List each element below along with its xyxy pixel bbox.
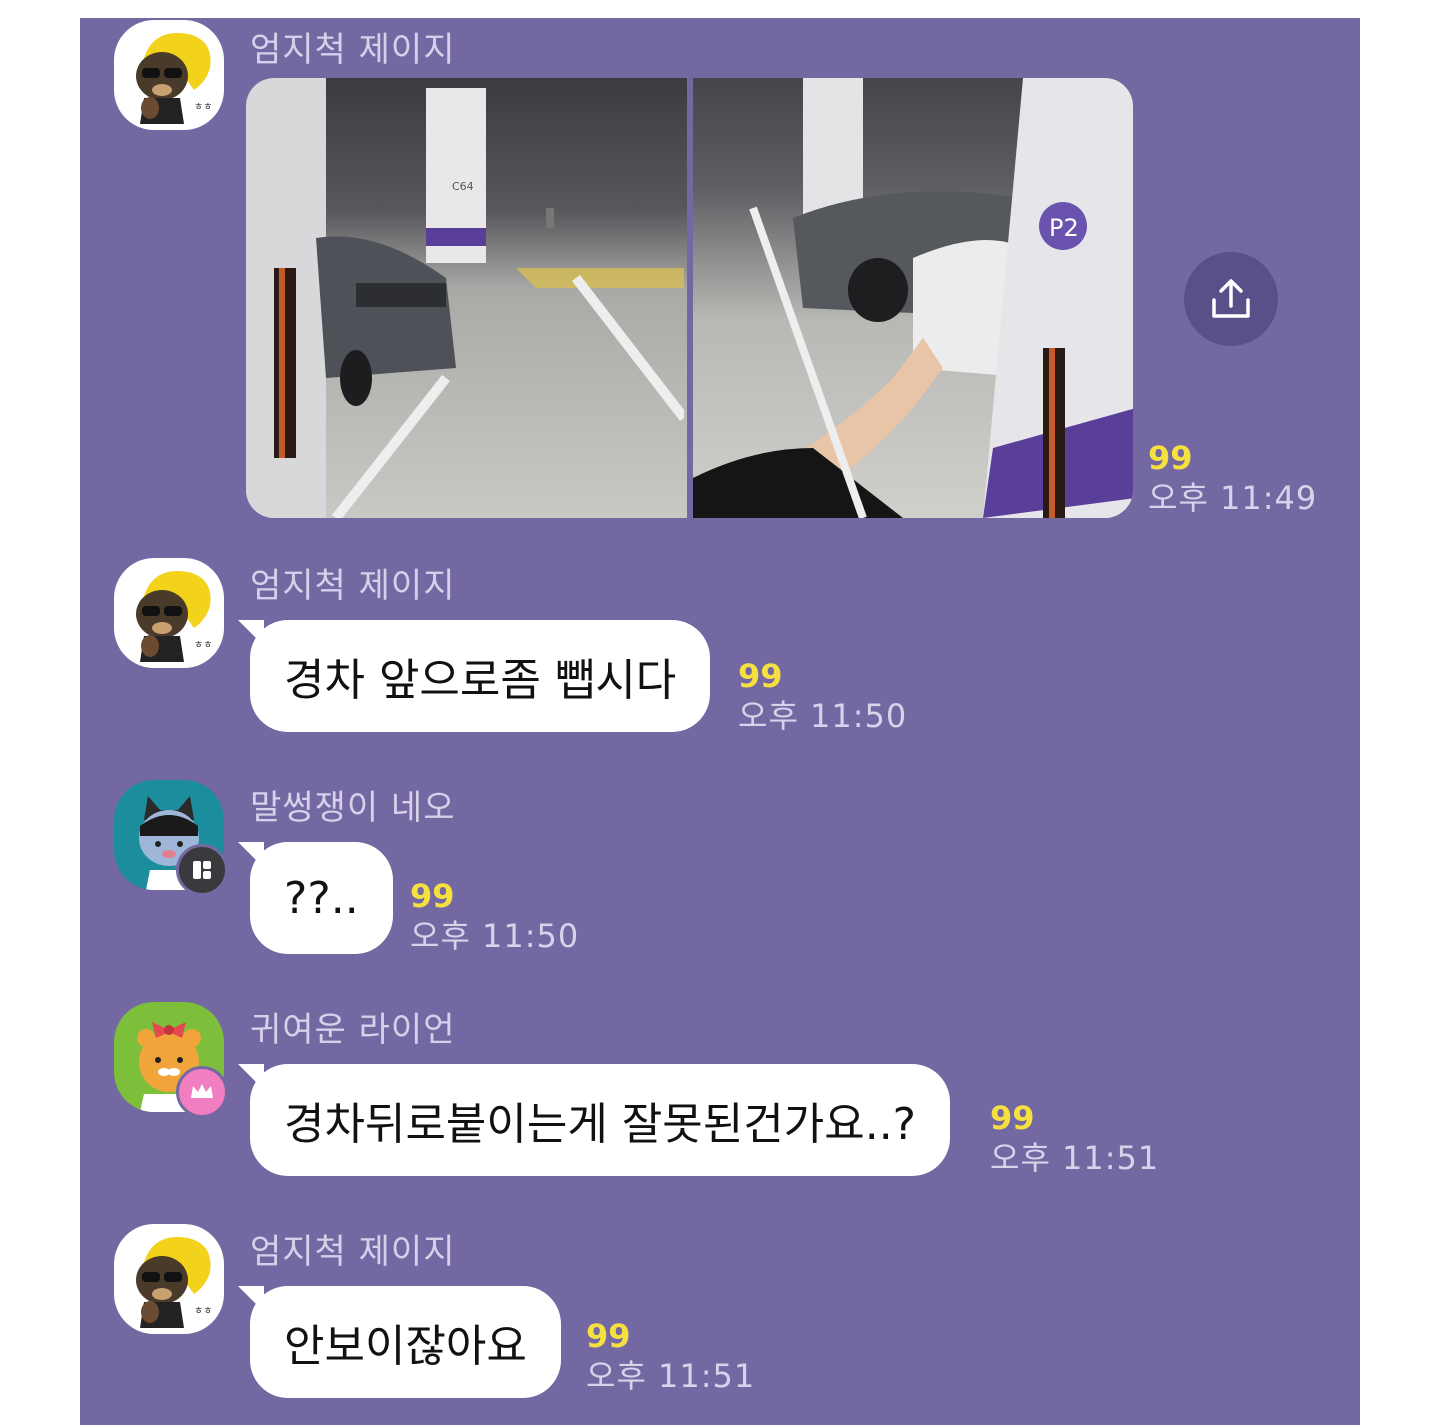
- jayg-avatar-icon: ㅎㅎ: [136, 33, 212, 124]
- message-bubble[interactable]: 안보이잖아요: [238, 1286, 561, 1398]
- read-count: 99: [990, 1099, 1035, 1137]
- timestamp: 오후 11:50: [410, 917, 580, 955]
- read-count: 99: [410, 877, 455, 915]
- message-meta: 99 오후 11:51: [990, 1098, 1159, 1178]
- jayg-avatar-icon: ㅎㅎ: [136, 1237, 212, 1328]
- sender-name: 엄지척 제이지: [250, 30, 456, 70]
- chat-room: ㅎㅎ 엄지척 제이지 C64 P2 99 오후 11:49 ㅎㅎ 엄지척 제이지…: [80, 18, 1360, 1425]
- parking-scene-1: C64: [246, 78, 687, 518]
- avatar-jayg[interactable]: ㅎㅎ: [114, 20, 224, 130]
- timestamp: 오후 11:49: [1148, 479, 1318, 517]
- share-button[interactable]: [1184, 252, 1278, 346]
- message-bubble[interactable]: 경차뒤로붙이는게 잘못된건가요..?: [237, 1064, 951, 1176]
- sender-name: 엄지척 제이지: [250, 566, 456, 606]
- message-meta: 99 오후 11:49: [1148, 438, 1317, 518]
- message-bubble[interactable]: 경차 앞으로좀 뺍시다: [237, 620, 711, 732]
- avatar-ryan[interactable]: [114, 1002, 228, 1118]
- sender-name: 엄지척 제이지: [250, 1232, 456, 1272]
- message-meta: 99 오후 11:51: [586, 1316, 755, 1396]
- photo-group[interactable]: C64 P2: [246, 78, 1133, 518]
- avatar-neo[interactable]: [114, 780, 228, 896]
- jayg-avatar-icon: ㅎㅎ: [136, 571, 212, 662]
- avatar-jayg[interactable]: ㅎㅎ: [114, 558, 224, 668]
- svg-text:ㅎㅎ: ㅎㅎ: [194, 640, 212, 651]
- read-count: 99: [738, 657, 783, 695]
- avatar-jayg[interactable]: ㅎㅎ: [114, 1224, 224, 1334]
- photo-parking-1[interactable]: C64: [246, 78, 687, 518]
- message-meta: 99 오후 11:50: [410, 876, 579, 956]
- svg-text:ㅎㅎ: ㅎㅎ: [194, 1306, 212, 1317]
- read-count: 99: [1148, 439, 1193, 477]
- read-count: 99: [586, 1317, 631, 1355]
- sender-name: 말썽쟁이 네오: [250, 788, 456, 828]
- message-bubble[interactable]: ??..: [238, 842, 393, 954]
- timestamp: 오후 11:51: [586, 1357, 756, 1395]
- pillar-label-p2: P2: [1049, 214, 1079, 242]
- timestamp: 오후 11:50: [738, 697, 908, 735]
- crown-badge-icon: [176, 1066, 228, 1118]
- timestamp: 오후 11:51: [990, 1139, 1160, 1177]
- svg-text:ㅎㅎ: ㅎㅎ: [194, 102, 212, 113]
- photo-parking-2[interactable]: P2: [692, 78, 1133, 518]
- share-upload-icon: [1212, 279, 1250, 318]
- message-meta: 99 오후 11:50: [738, 656, 907, 736]
- parking-scene-2: P2: [692, 78, 1133, 518]
- pillar-label-c64: C64: [452, 180, 474, 193]
- sender-name: 귀여운 라이언: [250, 1010, 456, 1050]
- open-profile-badge-icon: [176, 844, 228, 896]
